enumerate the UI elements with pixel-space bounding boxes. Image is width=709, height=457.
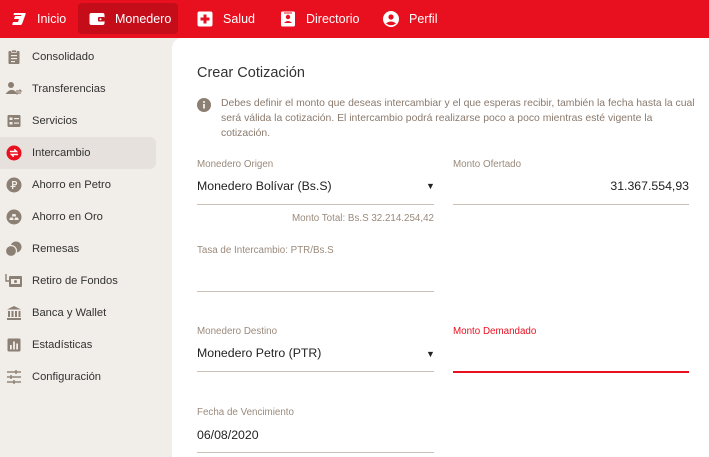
sidebar-item-label: Remesas xyxy=(32,243,80,255)
nav-salud-label: Salud xyxy=(223,11,255,26)
demanded-amount-input[interactable] xyxy=(453,346,689,362)
nav-directorio[interactable]: Directorio xyxy=(269,3,370,34)
coins-icon xyxy=(5,240,23,258)
sidebar-item-label: Ahorro en Oro xyxy=(32,211,103,223)
expiry-date-label: Fecha de Vencimiento xyxy=(197,407,294,418)
origin-wallet-select[interactable]: Monedero Bolívar (Bs.S) xyxy=(197,179,332,193)
info-icon xyxy=(197,98,211,112)
sidebar-item-configuracion[interactable]: Configuración xyxy=(0,361,156,393)
sidebar-item-label: Configuración xyxy=(32,371,102,383)
sidebar-item-transferencias[interactable]: Transferencias xyxy=(0,73,156,105)
origin-underline xyxy=(197,204,434,205)
sidebar-item-label: Transferencias xyxy=(32,83,106,95)
medical-cross-icon xyxy=(196,10,214,28)
sidebar-item-label: Banca y Wallet xyxy=(32,307,107,319)
origin-dropdown-caret-icon[interactable]: ▼ xyxy=(426,181,435,191)
nav-directorio-label: Directorio xyxy=(306,11,360,26)
page-title: Crear Cotización xyxy=(197,65,305,81)
sidebar-item-label: Servicios xyxy=(32,115,78,127)
sidebar-item-label: Consolidado xyxy=(32,51,95,63)
nav-salud[interactable]: Salud xyxy=(186,3,265,34)
person-transfer-icon xyxy=(5,80,23,98)
exchange-rate-label: Tasa de Intercambio: PTR/Bs.S xyxy=(197,245,334,256)
nav-monedero-label: Monedero xyxy=(115,11,172,26)
dest-wallet-label: Monedero Destino xyxy=(197,326,278,337)
sidebar: Consolidado Transferencias Servicios Int… xyxy=(0,38,172,457)
offered-amount-label: Monto Ofertado xyxy=(453,159,522,170)
contact-card-icon xyxy=(279,10,297,28)
clipboard-icon xyxy=(5,48,23,66)
origin-wallet-label: Monedero Origen xyxy=(197,159,274,170)
sidebar-item-label: Retiro de Fondos xyxy=(32,275,118,287)
sidebar-item-ahorro-petro[interactable]: Ahorro en Petro xyxy=(0,169,156,201)
sidebar-item-servicios[interactable]: Servicios xyxy=(0,105,156,137)
rate-underline xyxy=(197,291,434,292)
sidebar-item-estadisticas[interactable]: Estadísticas xyxy=(0,329,156,361)
nav-inicio-label: Inicio xyxy=(37,11,67,26)
sidebar-item-label: Intercambio xyxy=(32,147,91,159)
info-message: Debes definir el monto que deseas interc… xyxy=(197,96,697,141)
withdraw-icon xyxy=(5,272,23,290)
demanded-amount-label: Monto Demandado xyxy=(453,326,537,337)
demanded-underline xyxy=(453,371,689,373)
nav-perfil-label: Perfil xyxy=(409,11,438,26)
nav-monedero[interactable]: Monedero xyxy=(78,3,178,34)
exchange-rate-input[interactable] xyxy=(197,266,434,282)
offered-underline xyxy=(453,204,689,205)
expiry-underline xyxy=(197,452,434,453)
dest-underline xyxy=(197,371,434,372)
total-amount-helper: Monto Total: Bs.S 32.214.254,42 xyxy=(292,213,434,224)
sidebar-item-banca-wallet[interactable]: Banca y Wallet xyxy=(0,297,156,329)
sidebar-item-consolidado[interactable]: Consolidado xyxy=(0,41,156,73)
logo-icon xyxy=(10,10,28,28)
chart-icon xyxy=(5,336,23,354)
sidebar-item-remesas[interactable]: Remesas xyxy=(0,233,156,265)
sidebar-item-label: Estadísticas xyxy=(32,339,93,351)
sliders-icon xyxy=(5,368,23,386)
dest-dropdown-caret-icon[interactable]: ▼ xyxy=(426,349,435,359)
nav-perfil[interactable]: Perfil xyxy=(372,3,447,34)
wallet-icon xyxy=(88,10,106,28)
sidebar-item-ahorro-oro[interactable]: Ahorro en Oro xyxy=(0,201,156,233)
services-list-icon xyxy=(5,112,23,130)
petro-coin-icon xyxy=(5,176,23,194)
bank-icon xyxy=(5,304,23,322)
main-panel: Crear Cotización Debes definir el monto … xyxy=(172,38,709,457)
top-navigation-bar: Inicio Monedero Salud Directorio Perfil xyxy=(0,0,709,38)
exchange-icon xyxy=(5,144,23,162)
offered-amount-input[interactable]: 31.367.554,93 xyxy=(453,179,689,193)
gold-bars-icon xyxy=(5,208,23,226)
dest-wallet-select[interactable]: Monedero Petro (PTR) xyxy=(197,346,321,360)
expiry-date-input[interactable]: 06/08/2020 xyxy=(197,428,259,442)
user-circle-icon xyxy=(382,10,400,28)
nav-inicio[interactable]: Inicio xyxy=(0,3,76,34)
sidebar-item-intercambio[interactable]: Intercambio xyxy=(0,137,156,169)
info-text: Debes definir el monto que deseas interc… xyxy=(221,98,695,139)
sidebar-item-label: Ahorro en Petro xyxy=(32,179,111,191)
sidebar-item-retiro-fondos[interactable]: Retiro de Fondos xyxy=(0,265,156,297)
